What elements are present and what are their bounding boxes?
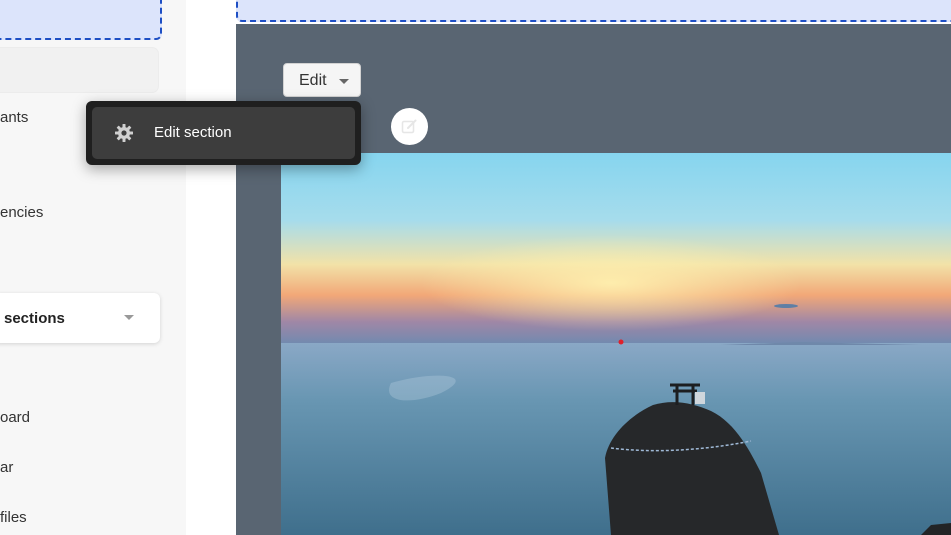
gear-icon	[115, 124, 133, 142]
sections-dropdown-label: sections	[4, 310, 65, 327]
sections-dropdown[interactable]: sections	[0, 293, 160, 343]
edit-section-menu-item[interactable]: Edit section	[92, 107, 355, 159]
sidebar-drop-zone[interactable]	[0, 0, 162, 40]
hero-image[interactable]	[281, 153, 951, 535]
edit-button-label: Edit	[299, 72, 327, 89]
sidebar-item-label[interactable]: encies	[0, 204, 43, 221]
context-menu: Edit section	[86, 101, 361, 165]
sidebar: ants encies sections oard ar files	[0, 0, 186, 535]
page: ants encies sections oard ar files Edit …	[0, 0, 951, 535]
edit-heading-button[interactable]	[391, 108, 428, 145]
sidebar-item-label[interactable]: files	[0, 509, 27, 526]
section-drop-zone[interactable]	[236, 0, 951, 22]
sidebar-search-card[interactable]	[0, 48, 158, 92]
edit-section-label: Edit section	[154, 124, 232, 141]
sidebar-item-label[interactable]: ar	[0, 459, 13, 476]
chevron-down-icon	[124, 315, 134, 320]
edit-dropdown-button[interactable]: Edit	[283, 63, 361, 97]
sidebar-item-label[interactable]: oard	[0, 409, 30, 426]
pencil-square-icon	[401, 119, 417, 134]
sidebar-item-label[interactable]: ants	[0, 109, 28, 126]
chevron-down-icon	[339, 79, 349, 84]
